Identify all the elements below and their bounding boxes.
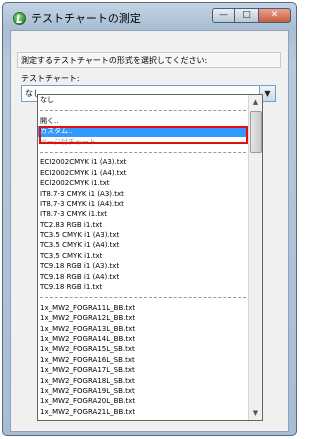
list-item[interactable]: 1x_MW2_FOGRA13L_BB.txt [38, 324, 248, 334]
close-icon: ✕ [270, 10, 279, 20]
close-button[interactable]: ✕ [258, 8, 291, 23]
list-item[interactable]: TC9.18 RGB i1 (A3).txt [38, 261, 248, 271]
title-bar[interactable]: テストチャートの測定 — □ ✕ [3, 3, 296, 29]
list-item[interactable]: TC9.18 RGB i1.txt [38, 282, 248, 292]
list-item[interactable]: なし [38, 95, 248, 105]
annotation-highlight-box [39, 126, 248, 144]
list-separator [38, 147, 248, 157]
list-item[interactable]: TC3.5 CMYK i1 (A4).txt [38, 240, 248, 250]
minimize-button[interactable]: — [212, 8, 235, 23]
list-item[interactable]: IT8.7-3 CMYK i1 (A4).txt [38, 199, 248, 209]
caption-buttons: — □ ✕ [212, 8, 291, 23]
list-item[interactable]: 1x_MW2_FOGRA16L_SB.txt [38, 355, 248, 365]
list-item[interactable]: 1x_MW2_FOGRA15L_SB.txt [38, 344, 248, 354]
list-item[interactable]: TC3.5 CMYK i1.txt [38, 251, 248, 261]
list-item[interactable]: IT8.7-3 CMYK i1 (A3).txt [38, 189, 248, 199]
scroll-down-icon[interactable]: ▼ [249, 406, 262, 420]
list-item[interactable]: 開く.. [38, 116, 248, 126]
window-title: テストチャートの測定 [31, 12, 141, 25]
maximize-icon: □ [242, 10, 251, 20]
list-item[interactable]: 1x_MW2_FOGRA17L_SB.txt [38, 365, 248, 375]
minimize-icon: — [219, 10, 228, 20]
list-item[interactable]: 1x_MW2_FOGRA21L_BB.txt [38, 407, 248, 417]
list-item[interactable]: TC9.18 RGB i1 (A4).txt [38, 272, 248, 282]
list-item[interactable]: 1x_MW2_FOGRA14L_BB.txt [38, 334, 248, 344]
list-separator [38, 292, 248, 302]
list-item[interactable]: 1x_MW2_FOGRA20L_BB.txt [38, 396, 248, 406]
app-check-icon [13, 12, 26, 25]
maximize-button[interactable]: □ [235, 8, 258, 23]
test-chart-dropdown-list[interactable]: なし 開く.. カスタム.. ページ付チャート ECI2002CMYK i1 (A3).… [37, 94, 263, 421]
list-item[interactable]: 1x_MW2_FOGRA12L_BB.txt [38, 313, 248, 323]
scroll-up-icon[interactable]: ▲ [249, 95, 262, 109]
list-item[interactable]: ECI2002CMYK i1.txt [38, 178, 248, 188]
test-chart-label: テストチャート: [21, 74, 80, 83]
list-item[interactable]: ECI2002CMYK i1 (A3).txt [38, 157, 248, 167]
list-item[interactable]: 1x_MW2_FOGRA18L_SB.txt [38, 376, 248, 386]
list-item[interactable]: TC3.5 CMYK i1 (A3).txt [38, 230, 248, 240]
list-separator [38, 105, 248, 115]
scrollbar-thumb[interactable] [250, 111, 262, 153]
list-item[interactable]: ECI2002CMYK i1 (A4).txt [38, 168, 248, 178]
list-item[interactable]: 1x_MW2_FOGRA19L_SB.txt [38, 386, 248, 396]
list-item[interactable]: IT8.7-3 CMYK i1.txt [38, 209, 248, 219]
prompt-text: 測定するテストチャートの形式を選択してください: [17, 52, 281, 68]
list-item[interactable]: 1x_MW2_FOGRA11L_BB.txt [38, 303, 248, 313]
dropdown-scrollbar[interactable]: ▲ ▼ [248, 95, 262, 420]
list-item[interactable]: TC2.83 RGB i1.txt [38, 220, 248, 230]
